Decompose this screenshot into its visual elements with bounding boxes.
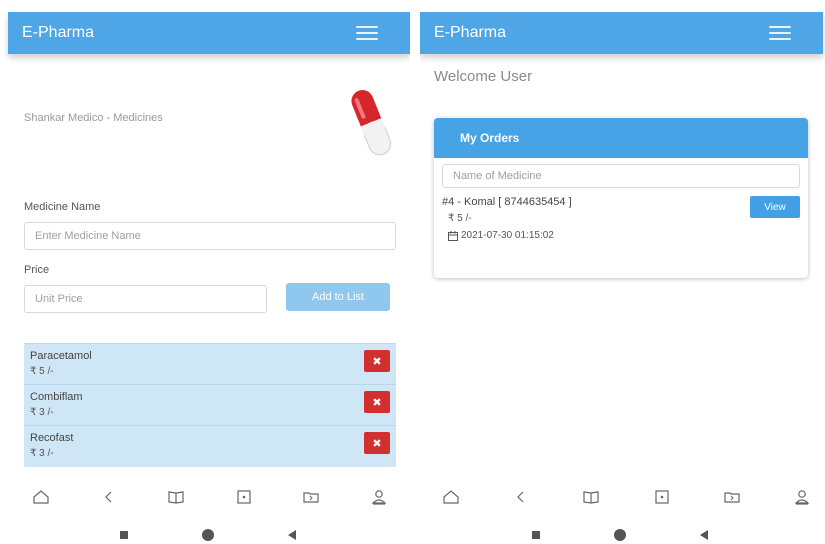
medicine-search-input[interactable] bbox=[442, 164, 800, 188]
recents-square-icon[interactable] bbox=[120, 531, 128, 539]
bottom-nav bbox=[32, 484, 388, 510]
order-title: #4 - Komal [ 8744635454 ] bbox=[442, 196, 572, 208]
delete-button[interactable]: ✖ bbox=[364, 432, 390, 454]
hamburger-menu-icon[interactable] bbox=[356, 26, 378, 40]
list-item: Paracetamol ₹ 5 /- ✖ bbox=[24, 344, 396, 385]
medicine-price: ₹ 5 /- bbox=[30, 366, 54, 377]
user-icon[interactable] bbox=[793, 488, 811, 506]
price-label: Price bbox=[24, 264, 50, 276]
order-date-text: 2021-07-30 01:15:02 bbox=[461, 230, 554, 241]
my-orders-card: My Orders #4 - Komal [ 8744635454 ] ₹ 5 … bbox=[434, 118, 808, 278]
medicine-list: Paracetamol ₹ 5 /- ✖ Combiflam ₹ 3 /- ✖ … bbox=[24, 343, 396, 467]
calendar-icon bbox=[448, 230, 458, 241]
medicine-price: ₹ 3 /- bbox=[30, 448, 54, 459]
back-triangle-icon[interactable] bbox=[700, 530, 708, 540]
delete-button[interactable]: ✖ bbox=[364, 350, 390, 372]
medicine-name: Paracetamol bbox=[30, 350, 92, 362]
app-bar: E-Pharma bbox=[8, 12, 410, 54]
bottom-nav bbox=[442, 484, 811, 510]
order-price: ₹ 5 /- bbox=[448, 213, 472, 224]
medicine-name-input[interactable] bbox=[24, 222, 396, 250]
add-to-list-button[interactable]: Add to List bbox=[286, 283, 390, 311]
list-item: Recofast ₹ 3 /- ✖ bbox=[24, 426, 396, 467]
back-triangle-icon[interactable] bbox=[288, 530, 296, 540]
back-chevron-icon[interactable] bbox=[100, 488, 118, 506]
medicine-name-label: Medicine Name bbox=[24, 201, 101, 213]
right-screen: E-Pharma Welcome User My Orders #4 - Kom… bbox=[420, 0, 825, 544]
user-icon[interactable] bbox=[370, 488, 388, 506]
home-circle-icon[interactable] bbox=[202, 529, 214, 541]
medicine-name: Combiflam bbox=[30, 391, 83, 403]
system-nav-bar bbox=[532, 526, 712, 542]
capsule-pill-icon bbox=[351, 90, 392, 156]
folder-icon[interactable] bbox=[302, 488, 320, 506]
square-dot-icon[interactable] bbox=[653, 488, 671, 506]
app-bar: E-Pharma bbox=[420, 12, 823, 54]
welcome-text: Welcome User bbox=[434, 68, 533, 85]
back-chevron-icon[interactable] bbox=[512, 488, 530, 506]
recents-square-icon[interactable] bbox=[532, 531, 540, 539]
order-row: #4 - Komal [ 8744635454 ] ₹ 5 /- 2021-07… bbox=[434, 194, 808, 254]
home-icon[interactable] bbox=[442, 488, 460, 506]
list-item: Combiflam ₹ 3 /- ✖ bbox=[24, 385, 396, 426]
unit-price-input[interactable] bbox=[24, 285, 267, 313]
book-icon[interactable] bbox=[582, 488, 600, 506]
home-circle-icon[interactable] bbox=[614, 529, 626, 541]
medicine-name: Recofast bbox=[30, 432, 74, 444]
card-header: My Orders bbox=[434, 118, 808, 158]
view-order-button[interactable]: View bbox=[750, 196, 800, 218]
order-datetime: 2021-07-30 01:15:02 bbox=[448, 230, 554, 241]
delete-button[interactable]: ✖ bbox=[364, 391, 390, 413]
hamburger-menu-icon[interactable] bbox=[769, 26, 791, 40]
left-screen: E-Pharma Shankar Medico - Medicines Medi… bbox=[0, 0, 410, 544]
system-nav-bar bbox=[120, 526, 300, 542]
book-icon[interactable] bbox=[167, 488, 185, 506]
folder-icon[interactable] bbox=[723, 488, 741, 506]
app-title: E-Pharma bbox=[434, 24, 507, 41]
app-title: E-Pharma bbox=[22, 24, 95, 41]
store-title: Shankar Medico - Medicines bbox=[24, 112, 163, 124]
home-icon[interactable] bbox=[32, 488, 50, 506]
medicine-price: ₹ 3 /- bbox=[30, 407, 54, 418]
square-dot-icon[interactable] bbox=[235, 488, 253, 506]
